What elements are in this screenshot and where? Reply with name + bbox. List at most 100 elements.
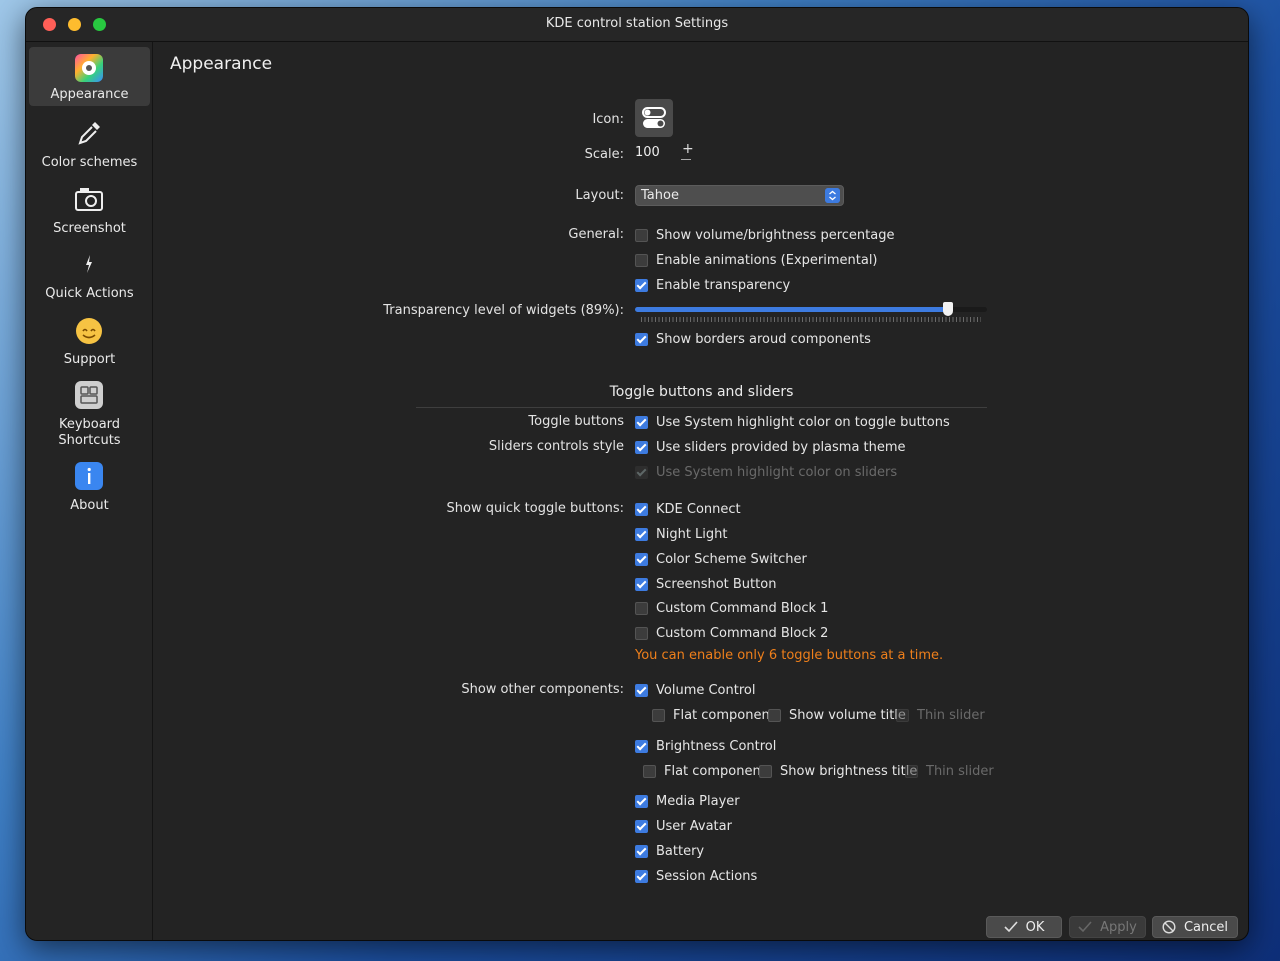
kde-connect-checkbox[interactable]: KDE Connect xyxy=(635,500,741,518)
checkbox-box[interactable] xyxy=(759,764,772,778)
checkbox-box[interactable] xyxy=(643,764,656,778)
sidebar-item-quick-actions[interactable]: Quick Actions xyxy=(29,245,150,301)
custom-command-1-checkbox[interactable]: Custom Command Block 1 xyxy=(635,599,828,617)
checkbox-box[interactable] xyxy=(635,253,648,267)
checkbox-box[interactable] xyxy=(635,527,648,541)
apply-button[interactable]: Apply xyxy=(1069,916,1146,938)
updown-arrows-icon xyxy=(825,188,840,203)
layout-select[interactable]: Tahoe xyxy=(635,185,844,206)
checkbox-label: Media Player xyxy=(656,793,740,809)
volume-title-checkbox[interactable]: Show volume title xyxy=(768,706,906,724)
checkbox-label: Use System highlight color on toggle but… xyxy=(656,414,950,430)
checkbox-box[interactable] xyxy=(635,683,648,697)
apply-button-label: Apply xyxy=(1100,919,1137,935)
checkbox-label: Enable animations (Experimental) xyxy=(656,252,878,268)
icon-label: Icon: xyxy=(592,112,624,127)
sidebar-item-label: Quick Actions xyxy=(45,286,134,301)
scale-spinbox[interactable]: 100 + xyxy=(635,141,695,163)
checkbox-box[interactable] xyxy=(635,228,648,242)
volume-flat-checkbox[interactable]: Flat component xyxy=(652,706,775,724)
checkbox-label: Volume Control xyxy=(656,682,756,698)
checkbox-label: Screenshot Button xyxy=(656,576,777,592)
checkbox-box[interactable] xyxy=(635,844,648,858)
plus-icon[interactable]: + xyxy=(682,141,694,157)
checkbox-label: Custom Command Block 2 xyxy=(656,625,829,641)
sidebar-item-label: Keyboard Shortcuts xyxy=(58,417,121,448)
checkbox-label: Show volume title xyxy=(789,707,906,723)
battery-checkbox[interactable]: Battery xyxy=(635,842,704,860)
general-label: General: xyxy=(568,227,624,242)
sidebar-item-screenshot[interactable]: Screenshot xyxy=(29,180,150,236)
slider-handle[interactable] xyxy=(943,302,954,316)
checkbox-box[interactable] xyxy=(635,739,648,753)
volume-control-checkbox[interactable]: Volume Control xyxy=(635,681,755,699)
checkbox-label: KDE Connect xyxy=(656,501,741,517)
checkbox-box[interactable] xyxy=(635,440,648,454)
checkbox-box[interactable] xyxy=(768,708,781,722)
enable-animations-checkbox[interactable]: Enable animations (Experimental) xyxy=(635,251,878,269)
color-scheme-switcher-checkbox[interactable]: Color Scheme Switcher xyxy=(635,550,807,568)
checkbox-label: Show brightness title xyxy=(780,763,918,779)
camera-icon xyxy=(75,188,103,211)
checkbox-box[interactable] xyxy=(635,502,648,516)
session-actions-checkbox[interactable]: Session Actions xyxy=(635,867,757,885)
sidebar-item-support[interactable]: Support xyxy=(29,311,150,367)
eyedropper-icon xyxy=(78,122,100,145)
ok-button[interactable]: OK xyxy=(986,916,1062,938)
settings-window: KDE control station Settings Appearance … xyxy=(25,7,1249,941)
highlight-toggle-checkbox[interactable]: Use System highlight color on toggle but… xyxy=(635,413,950,431)
sidebar-item-appearance[interactable]: Appearance xyxy=(29,47,150,106)
brightness-control-checkbox[interactable]: Brightness Control xyxy=(635,737,776,755)
checkbox-box[interactable] xyxy=(635,794,648,808)
enable-transparency-checkbox[interactable]: Enable transparency xyxy=(635,276,790,294)
checkbox-box[interactable] xyxy=(635,869,648,883)
brightness-title-checkbox[interactable]: Show brightness title xyxy=(759,762,917,780)
show-percentage-checkbox[interactable]: Show volume/brightness percentage xyxy=(635,226,894,244)
sidebar-item-color-schemes[interactable]: Color schemes xyxy=(29,114,150,170)
show-borders-checkbox[interactable]: Show borders aroud components xyxy=(635,330,871,348)
sidebar-item-label: About xyxy=(70,498,109,513)
quick-toggles-label: Show quick toggle buttons: xyxy=(446,501,624,516)
layout-label: Layout: xyxy=(575,188,624,203)
night-light-checkbox[interactable]: Night Light xyxy=(635,525,728,543)
checkbox-label: Brightness Control xyxy=(656,738,777,754)
keyboard-icon xyxy=(75,381,103,409)
media-player-checkbox[interactable]: Media Player xyxy=(635,792,740,810)
toggle-switch-icon xyxy=(642,107,666,128)
lightning-icon xyxy=(86,255,92,273)
minus-icon[interactable] xyxy=(681,159,691,160)
checkbox-box[interactable] xyxy=(635,552,648,566)
info-icon xyxy=(75,462,103,490)
checkbox-label: Night Light xyxy=(656,526,728,542)
checkbox-box[interactable] xyxy=(635,601,648,615)
checkbox-label: Thin slider xyxy=(926,763,994,779)
checkbox-label: Color Scheme Switcher xyxy=(656,551,807,567)
checkbox-box xyxy=(905,764,918,778)
scale-value: 100 xyxy=(635,145,660,160)
checkbox-label: Session Actions xyxy=(656,868,758,884)
user-avatar-checkbox[interactable]: User Avatar xyxy=(635,817,732,835)
checkbox-box[interactable] xyxy=(635,626,648,640)
checkbox-label: Thin slider xyxy=(917,707,985,723)
checkbox-label: Show volume/brightness percentage xyxy=(656,227,895,243)
transparency-slider[interactable] xyxy=(635,302,987,316)
checkbox-box[interactable] xyxy=(635,278,648,292)
checkbox-box[interactable] xyxy=(652,708,665,722)
cancel-button[interactable]: Cancel xyxy=(1152,916,1238,938)
sidebar-item-keyboard-shortcuts[interactable]: Keyboard Shortcuts xyxy=(29,376,150,448)
icon-picker-button[interactable] xyxy=(635,99,673,137)
checkbox-label: Custom Command Block 1 xyxy=(656,600,829,616)
checkbox-box[interactable] xyxy=(635,819,648,833)
checkbox-box[interactable] xyxy=(635,332,648,346)
checkbox-box[interactable] xyxy=(635,415,648,429)
scale-label: Scale: xyxy=(584,147,624,162)
brightness-flat-checkbox[interactable]: Flat component xyxy=(643,762,766,780)
palette-icon xyxy=(75,54,103,82)
sliders-style-label: Sliders controls style xyxy=(488,439,624,454)
screenshot-button-checkbox[interactable]: Screenshot Button xyxy=(635,575,776,593)
cancel-icon xyxy=(1162,920,1176,934)
custom-command-2-checkbox[interactable]: Custom Command Block 2 xyxy=(635,624,828,642)
checkbox-box[interactable] xyxy=(635,577,648,591)
plasma-sliders-checkbox[interactable]: Use sliders provided by plasma theme xyxy=(635,438,906,456)
sidebar-item-about[interactable]: About xyxy=(29,457,150,513)
